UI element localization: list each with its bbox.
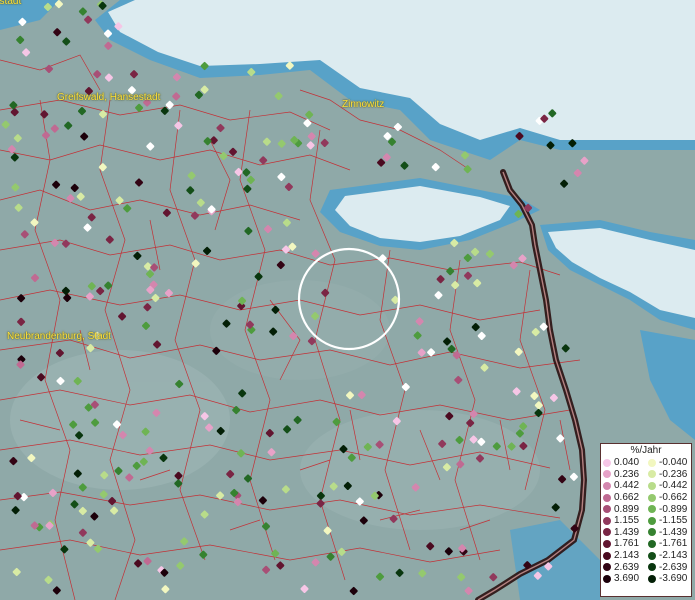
- legend-value: 1.439: [614, 526, 640, 538]
- legend-value: 0.442: [614, 480, 640, 492]
- legend-entry-negative: -1.439: [646, 527, 691, 538]
- legend-entry-negative: -0.236: [646, 469, 691, 480]
- legend-row: 1.439 -1.439: [601, 527, 691, 539]
- legend-value: -0.040: [659, 457, 688, 469]
- legend-value: -3.690: [659, 573, 688, 585]
- legend-swatch: [603, 563, 611, 572]
- legend-entry-positive: 0.899: [601, 504, 646, 515]
- map-canvas[interactable]: [0, 0, 695, 600]
- legend-value: 2.143: [614, 550, 640, 562]
- legend-entry-positive: 1.155: [601, 515, 646, 526]
- legend-entry-negative: -0.442: [646, 480, 691, 491]
- legend-entry-positive: 0.040: [601, 457, 646, 468]
- legend-entry-negative: -1.155: [646, 515, 691, 526]
- legend-row: 3.690 -3.690: [601, 573, 691, 585]
- legend-entry-positive: 0.442: [601, 480, 646, 491]
- legend-swatch: [648, 516, 656, 525]
- legend-value: 0.040: [614, 457, 640, 469]
- legend-swatch: [603, 470, 611, 479]
- legend-swatch: [603, 539, 611, 548]
- legend-value: 0.899: [614, 503, 640, 515]
- legend-swatch: [603, 505, 611, 514]
- legend-entry-positive: 0.662: [601, 492, 646, 503]
- legend-value: 1.155: [614, 515, 640, 527]
- legend-entry-negative: -0.662: [646, 492, 691, 503]
- legend-value: 3.690: [614, 573, 640, 585]
- legend-swatch: [603, 516, 611, 525]
- legend-value: -1.439: [659, 526, 688, 538]
- legend-value: 2.639: [614, 561, 640, 573]
- legend-entry-positive: 1.761: [601, 538, 646, 549]
- legend-row: 0.662 -0.662: [601, 492, 691, 504]
- legend-row: 1.155 -1.155: [601, 515, 691, 527]
- legend-swatch: [648, 574, 656, 583]
- legend-entry-positive: 3.690: [601, 573, 646, 584]
- legend-value: -1.155: [659, 515, 688, 527]
- legend-row: 1.761 -1.761: [601, 538, 691, 550]
- place-label-greifswald: Greifswald, Hansestadt: [57, 92, 161, 103]
- legend-swatch: [648, 505, 656, 514]
- legend-swatch: [648, 551, 656, 560]
- legend-swatch: [603, 493, 611, 502]
- legend-swatch: [648, 528, 656, 537]
- legend-entry-negative: -2.143: [646, 550, 691, 561]
- legend-entry-positive: 2.143: [601, 550, 646, 561]
- legend-value: 0.236: [614, 468, 640, 480]
- legend-row: 2.639 -2.639: [601, 561, 691, 573]
- legend-value: -2.639: [659, 561, 688, 573]
- legend-row: 0.442 -0.442: [601, 480, 691, 492]
- legend-swatch: [603, 458, 611, 467]
- legend-row: 2.143 -2.143: [601, 550, 691, 562]
- legend-swatch: [648, 470, 656, 479]
- legend-swatch: [603, 551, 611, 560]
- legend-row: 0.236 -0.236: [601, 469, 691, 481]
- place-label-top-left: estadt: [0, 0, 22, 7]
- place-label-zinnowitz: Zinnowitz: [342, 99, 385, 110]
- legend-entry-positive: 1.439: [601, 527, 646, 538]
- legend-entry-negative: -0.899: [646, 504, 691, 515]
- legend-swatch: [648, 563, 656, 572]
- legend-value: 1.761: [614, 538, 640, 550]
- legend-swatch: [603, 528, 611, 537]
- legend-entry-positive: 2.639: [601, 562, 646, 573]
- legend-value: -0.662: [659, 492, 688, 504]
- legend-swatch: [648, 458, 656, 467]
- legend-value: -2.143: [659, 550, 688, 562]
- legend-value: -1.761: [659, 538, 688, 550]
- legend-entry-negative: -1.761: [646, 538, 691, 549]
- legend-title: %/Jahr: [630, 445, 662, 456]
- legend-swatch: [603, 574, 611, 583]
- legend-entry-negative: -0.040: [646, 457, 691, 468]
- legend-entry-positive: 0.236: [601, 469, 646, 480]
- legend-row: 0.040 -0.040: [601, 457, 691, 469]
- legend-swatch: [603, 481, 611, 490]
- legend-row: 0.899 -0.899: [601, 503, 691, 515]
- legend: %/Jahr 0.040 -0.040 0.236 -0.236 0.442 -0.442…: [600, 443, 692, 597]
- legend-value: -0.236: [659, 468, 688, 480]
- place-label-neubrandenburg: Neubrandenburg, Stadt: [7, 331, 111, 342]
- legend-entry-negative: -3.690: [646, 573, 691, 584]
- legend-entry-negative: -2.639: [646, 562, 691, 573]
- legend-swatch: [648, 481, 656, 490]
- legend-swatch: [648, 539, 656, 548]
- legend-value: -0.899: [659, 503, 688, 515]
- legend-value: 0.662: [614, 492, 640, 504]
- legend-value: -0.442: [659, 480, 688, 492]
- legend-swatch: [648, 493, 656, 502]
